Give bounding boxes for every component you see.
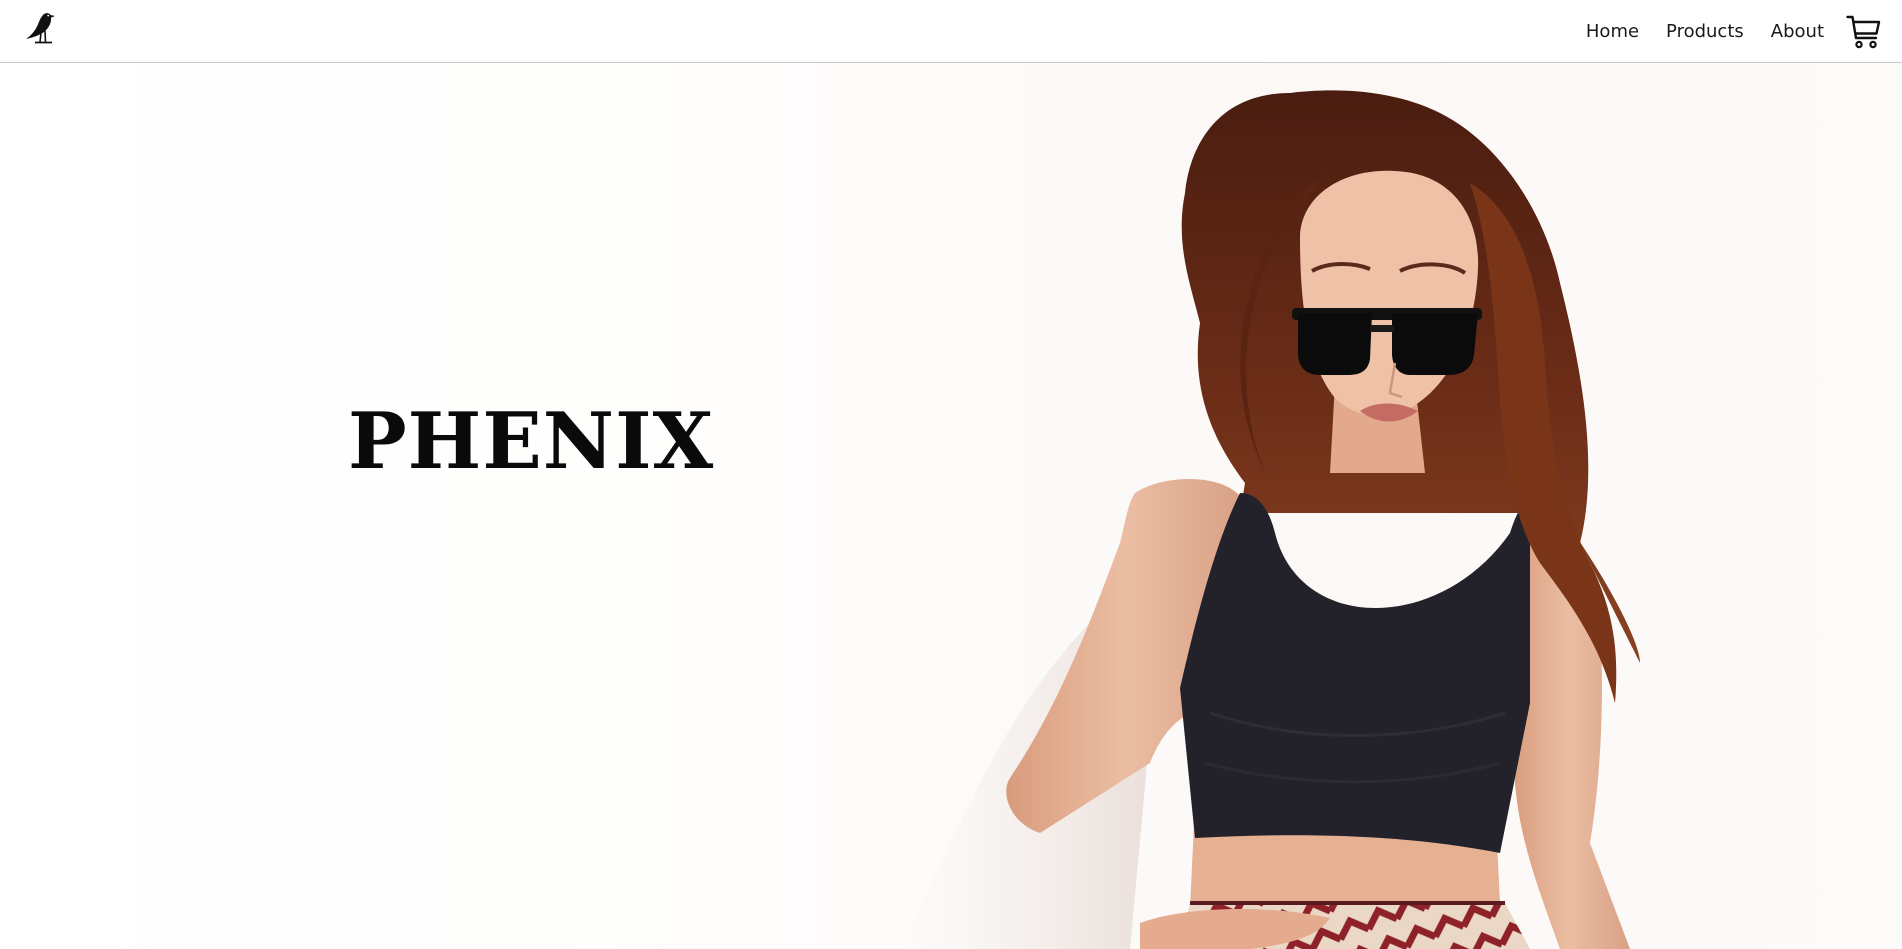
hero-section: PHENIX: [0, 63, 1902, 949]
top-navbar: Home Products About: [0, 0, 1902, 63]
nav-products-link[interactable]: Products: [1666, 21, 1744, 42]
bird-icon[interactable]: [22, 9, 60, 47]
hero-title: PHENIX: [348, 396, 715, 487]
main-nav: Home Products About: [1559, 0, 1882, 63]
hero-model-image: [900, 90, 1640, 949]
nav-home-link[interactable]: Home: [1586, 21, 1639, 42]
page: Home Products About PHENIX: [0, 0, 1902, 949]
cart-icon[interactable]: [1846, 14, 1882, 50]
nav-about-link[interactable]: About: [1771, 21, 1824, 42]
